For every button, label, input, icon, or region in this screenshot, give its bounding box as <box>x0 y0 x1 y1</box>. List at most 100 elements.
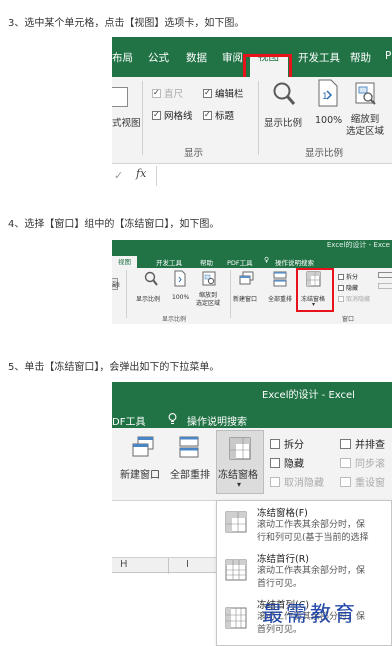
window-title: Excel的设计 - Exce <box>326 241 390 249</box>
freeze-panes-button-3[interactable]: 冻结窗格 ▾ <box>216 430 264 494</box>
step-5-text: 5、单击【冻结窗口】，会弹出如下的下拉菜单。 <box>8 362 220 373</box>
ribbon-body-3: 新建窗口 全部重排 冻结窗格 ▾ 拆分 隐藏 取消隐藏 并排查 同步滚 重设窗 <box>112 428 392 500</box>
gridlines-label: 网格线 <box>164 111 193 122</box>
zoom-magnifier-icon-2 <box>144 271 158 286</box>
ribbon-body: 式视图 直尺 编辑栏 网格线 标题 显示 显示比例 1 <box>112 77 392 163</box>
menu-item-freeze-top-row[interactable]: 冻结首行(R) 滚动工作表其余部分时，保 首行可见。 <box>217 551 391 595</box>
ribbon-divider <box>142 81 143 155</box>
freeze-panes-menu-icon <box>225 511 247 533</box>
freeze-panes-menu-desc1: 滚动工作表其余部分时，保 <box>257 520 366 530</box>
hide-button-2[interactable]: 隐藏 <box>338 283 358 292</box>
lightbulb-icon-3 <box>168 413 177 424</box>
headings-label: 标题 <box>215 111 235 122</box>
reset-position-button-3[interactable]: 重设窗 <box>340 474 385 489</box>
tab-review[interactable]: 审阅 <box>222 50 243 65</box>
svg-text:1: 1 <box>322 92 328 102</box>
ribbon-divider <box>230 270 231 318</box>
sync-scroll-button-3[interactable]: 同步滚 <box>340 455 385 470</box>
insert-function-icon[interactable]: fx <box>136 167 146 180</box>
tab-layout[interactable]: 布局 <box>112 50 133 65</box>
reset-position-label-3: 重设窗 <box>355 478 385 489</box>
ribbon-tab-bar-3: Excel的设计 - Excel DF工具 操作说明搜索 <box>112 382 392 428</box>
hide-icon-3 <box>270 457 280 468</box>
zoom-100-button[interactable]: 100% <box>315 115 342 126</box>
freeze-panes-label-3: 冻结窗格 <box>218 470 258 481</box>
column-divider <box>168 558 169 574</box>
sync-scroll-label-3: 同步滚 <box>355 459 385 470</box>
side-by-side-label-3: 并排查 <box>355 440 385 451</box>
tab-help[interactable]: 帮助 <box>350 50 371 65</box>
side-by-side-icon-3 <box>340 438 351 449</box>
screenshot-freeze-panes: Excel的设计 - Exce 视图 开发工具 帮助 PDF工具 ♀ 操作说明搜… <box>112 240 392 324</box>
tab-developer[interactable]: 开发工具 <box>298 50 340 65</box>
zoom-button[interactable]: 显示比例 <box>264 115 302 129</box>
tab-pdf-partial[interactable]: P <box>385 50 391 62</box>
unhide-button-3[interactable]: 取消隐藏 <box>270 474 324 489</box>
formula-input[interactable] <box>156 166 392 186</box>
split-icon-2 <box>338 273 344 280</box>
hide-button-3[interactable]: 隐藏 <box>270 455 304 470</box>
headings-checkbox[interactable]: 标题 <box>203 108 234 122</box>
split-label-3: 拆分 <box>284 440 304 451</box>
freeze-top-row-menu-icon <box>225 559 247 581</box>
gridlines-check-box <box>152 110 161 120</box>
group-zoom-label: 显示比例 <box>305 148 344 159</box>
formula-bar-checkbox[interactable]: 编辑栏 <box>203 86 244 100</box>
tell-me-2[interactable]: 操作说明搜索 <box>275 257 314 267</box>
formula-bar-check-box <box>203 88 212 98</box>
tell-me-3[interactable]: 操作说明搜索 <box>187 413 247 428</box>
zoom-100-icon: 1 <box>318 79 338 107</box>
new-window-icon-3 <box>132 436 154 457</box>
ruler-checkbox[interactable]: 直尺 <box>152 86 183 100</box>
formula-bar: ✓ fx <box>112 163 392 189</box>
column-header-h[interactable]: H <box>120 559 128 570</box>
tab-view-2[interactable]: 视图 <box>112 256 137 268</box>
zoom-to-selection-button-2[interactable]: 缩放到 选定区域 <box>196 292 220 308</box>
menu-item-freeze-panes[interactable]: 冻结窗格(F) 滚动工作表其余部分时，保 行和列可见(基于当前的选择 <box>217 505 391 549</box>
ribbon-divider <box>126 270 127 318</box>
zoom-button-2[interactable]: 显示比例 <box>136 294 160 303</box>
arrange-all-button-3[interactable]: 全部重排 <box>170 466 210 481</box>
split-button-3[interactable]: 拆分 <box>270 436 304 451</box>
lightbulb-icon: ♀ <box>264 256 270 264</box>
tab-data[interactable]: 数据 <box>186 50 207 65</box>
zoom-100-button-2[interactable]: 100% <box>172 294 189 301</box>
tab-pdf-3[interactable]: DF工具 <box>112 413 145 428</box>
unhide-label-3: 取消隐藏 <box>284 478 324 489</box>
headings-check-box <box>203 110 212 120</box>
split-button-2[interactable]: 拆分 <box>338 272 358 281</box>
screenshot-freeze-menu: Excel的设计 - Excel DF工具 操作说明搜索 新建窗口 全部重排 冻… <box>112 382 392 646</box>
split-icon-3 <box>270 438 280 449</box>
freeze-panes-icon-3 <box>229 437 251 460</box>
group-zoom-label-2: 显示比例 <box>162 316 187 323</box>
sync-scroll-icon-3 <box>340 457 351 468</box>
tab-developer-2[interactable]: 开发工具 <box>156 257 182 267</box>
column-header-i[interactable]: I <box>186 559 189 570</box>
tab-help-2[interactable]: 帮助 <box>200 257 213 267</box>
reset-position-icon-3 <box>340 476 351 487</box>
arrange-all-button-2[interactable]: 全部重排 <box>268 294 292 303</box>
ribbon-body-2: 副I 显示比例 100% 缩放到 选定区域 显示比例 新建窗口 全部重排 冻结窗… <box>112 268 392 324</box>
unhide-icon-3 <box>270 476 280 487</box>
unhide-icon-2 <box>338 295 344 302</box>
tab-formulas[interactable]: 公式 <box>148 50 169 65</box>
page-layout-view-label[interactable]: 式视图 <box>112 115 141 129</box>
zoom-magnifier-icon <box>273 82 296 105</box>
unhide-label-2: 取消隐藏 <box>346 296 371 303</box>
new-window-button-3[interactable]: 新建窗口 <box>120 466 160 481</box>
formula-cancel-icon[interactable]: ✓ <box>114 169 123 182</box>
gridlines-checkbox[interactable]: 网格线 <box>152 108 193 122</box>
freeze-panes-menu-title: 冻结窗格(F) <box>257 508 308 519</box>
zoom-100-icon-2 <box>174 270 186 287</box>
unhide-button-2[interactable]: 取消隐藏 <box>338 294 370 303</box>
new-window-button-2[interactable]: 新建窗口 <box>233 294 257 303</box>
freeze-dropdown-arrow-3: ▾ <box>237 480 242 489</box>
freeze-top-row-menu-desc2: 首行可见。 <box>257 579 303 589</box>
step-3-text: 3、选中某个单元格，点击【视图】选项卡，如下图。 <box>8 18 245 29</box>
partial-label: 副I <box>112 282 120 289</box>
arrange-all-icon-3 <box>179 436 199 458</box>
tab-pdf-2[interactable]: PDF工具 <box>227 257 253 267</box>
step-4-text: 4、选择【窗口】组中的【冻结窗口】，如下图。 <box>8 219 220 230</box>
view-side-by-side-button-3[interactable]: 并排查 <box>340 436 385 451</box>
zoom-to-selection-button[interactable]: 缩放到 选定区域 <box>346 114 384 138</box>
